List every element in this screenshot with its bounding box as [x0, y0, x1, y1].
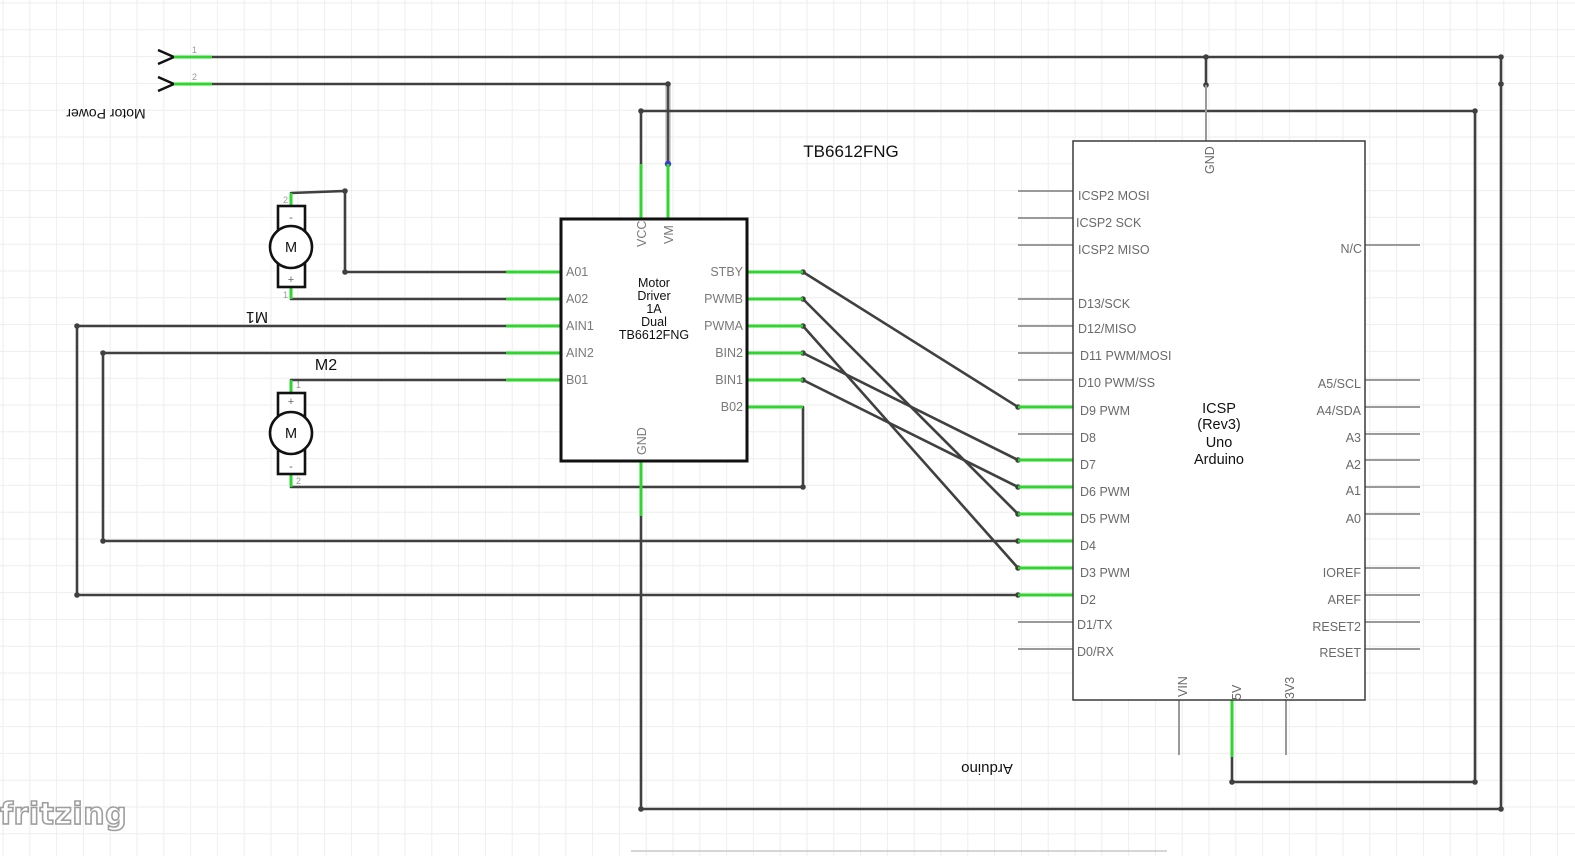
driver-right-pin-leads: [747, 270, 803, 409]
svg-text:D3 PWM: D3 PWM: [1080, 566, 1130, 580]
svg-text:ICSP2 MISO: ICSP2 MISO: [1078, 243, 1150, 257]
svg-text:D6 PWM: D6 PWM: [1080, 485, 1130, 499]
svg-text:RESET: RESET: [1319, 646, 1361, 660]
m2-pin2-label: 2: [296, 476, 301, 486]
wire-power2[interactable]: [210, 82, 670, 166]
svg-text:D0/RX: D0/RX: [1077, 645, 1114, 659]
svg-text:N/C: N/C: [1340, 242, 1362, 256]
svg-text:IOREF: IOREF: [1323, 566, 1362, 580]
fritzing-logo: fritzing: [0, 797, 127, 832]
svg-text:A01: A01: [566, 265, 588, 279]
svg-text:D7: D7: [1080, 458, 1096, 472]
svg-text:Uno: Uno: [1206, 435, 1233, 451]
wire-pwma-d3[interactable]: [801, 324, 1020, 570]
driver-gnd-label: GND: [635, 427, 649, 455]
svg-text:Dual: Dual: [641, 315, 667, 329]
motor-m1[interactable]: M - + 2 1 M1: [246, 193, 314, 325]
motor-power-label: Motor Power: [66, 106, 146, 122]
svg-text:ICSP2 SCK: ICSP2 SCK: [1076, 216, 1142, 230]
svg-text:(Rev3): (Rev3): [1197, 417, 1241, 433]
m2-sign-bottom: -: [289, 461, 293, 473]
svg-text:D11 PWM/MOSI: D11 PWM/MOSI: [1080, 349, 1171, 363]
svg-text:D12/MISO: D12/MISO: [1078, 322, 1137, 336]
svg-text:AREF: AREF: [1328, 593, 1362, 607]
svg-text:B02: B02: [721, 400, 743, 414]
svg-text:RESET2: RESET2: [1312, 620, 1361, 634]
wire-bin2-d7[interactable]: [801, 351, 1020, 462]
m1-pin2-label: 2: [283, 195, 288, 205]
arduino-right-pin-leads: [1365, 244, 1420, 650]
wire-m1-pin2[interactable]: [289, 189, 508, 274]
driver-left-pin-leads: [506, 270, 561, 382]
svg-text:D4: D4: [1080, 539, 1096, 553]
svg-text:ICSP: ICSP: [1202, 401, 1236, 417]
wire-ain1-d2[interactable]: [75, 324, 1020, 597]
m1-pin1-label: 1: [283, 290, 288, 300]
arduino-gnd-label: GND: [1203, 146, 1217, 174]
svg-text:B01: B01: [566, 373, 588, 387]
schematic-canvas[interactable]: 1 2 Motor Power M - + 2 1 M1 M + - 1 2 M…: [0, 0, 1575, 856]
arduino-vin-label: VIN: [1176, 676, 1190, 697]
svg-text:AIN1: AIN1: [566, 319, 594, 333]
svg-text:Driver: Driver: [637, 289, 670, 303]
svg-text:STBY: STBY: [710, 265, 743, 279]
svg-text:PWMA: PWMA: [704, 319, 744, 333]
driver-vcc-label: VCC: [635, 221, 649, 247]
wire-stby-d9[interactable]: [801, 270, 1020, 409]
power-pin2-label: 2: [192, 72, 197, 82]
svg-text:D8: D8: [1080, 431, 1096, 445]
svg-text:TB6612FNG: TB6612FNG: [619, 328, 689, 342]
svg-text:D2: D2: [1080, 593, 1096, 607]
svg-text:D13/SCK: D13/SCK: [1078, 297, 1131, 311]
driver-title: TB6612FNG: [803, 142, 898, 161]
svg-text:BIN2: BIN2: [715, 346, 743, 360]
m1-sign-top: -: [289, 212, 293, 224]
svg-text:Motor: Motor: [638, 276, 670, 290]
svg-text:A5/SCL: A5/SCL: [1318, 377, 1361, 391]
svg-text:D10 PWM/SS: D10 PWM/SS: [1078, 376, 1155, 390]
motor-driver[interactable]: TB6612FNG Motor Driver 1A Dual TB6612FNG: [506, 142, 899, 516]
svg-text:A1: A1: [1346, 484, 1361, 498]
svg-text:ICSP2 MOSI: ICSP2 MOSI: [1078, 189, 1150, 203]
svg-text:AIN2: AIN2: [566, 346, 594, 360]
arduino-left-pin-leads: [1018, 190, 1073, 650]
m2-label: M2: [315, 357, 337, 374]
power-pin1-label: 1: [192, 45, 197, 55]
m2-pin1-label: 1: [296, 380, 301, 390]
svg-text:A0: A0: [1346, 512, 1361, 526]
m1-symbol: M: [285, 240, 297, 256]
svg-text:D9 PWM: D9 PWM: [1080, 404, 1130, 418]
svg-text:A2: A2: [1346, 458, 1361, 472]
arduino-5v-label: 5V: [1230, 684, 1244, 700]
m1-sign-bottom: +: [288, 274, 294, 286]
svg-text:A02: A02: [566, 292, 588, 306]
svg-text:D1/TX: D1/TX: [1077, 618, 1113, 632]
svg-text:BIN1: BIN1: [715, 373, 743, 387]
driver-vm-label: VM: [662, 225, 676, 244]
svg-text:A3: A3: [1346, 431, 1361, 445]
svg-text:PWMB: PWMB: [704, 292, 743, 306]
svg-text:A4/SDA: A4/SDA: [1317, 404, 1362, 418]
motor-m2[interactable]: M + - 1 2 M2: [268, 357, 337, 487]
m2-symbol: M: [285, 426, 297, 442]
svg-text:Arduino: Arduino: [1194, 452, 1244, 468]
svg-text:D5 PWM: D5 PWM: [1080, 512, 1130, 526]
wire-bin1-d6[interactable]: [801, 378, 1020, 489]
m1-label: M1: [246, 308, 268, 325]
arduino-title: Arduino: [961, 760, 1013, 777]
svg-text:1A: 1A: [646, 302, 662, 316]
m2-sign-top: +: [288, 396, 294, 408]
arduino-3v3-label: 3V3: [1283, 677, 1297, 699]
